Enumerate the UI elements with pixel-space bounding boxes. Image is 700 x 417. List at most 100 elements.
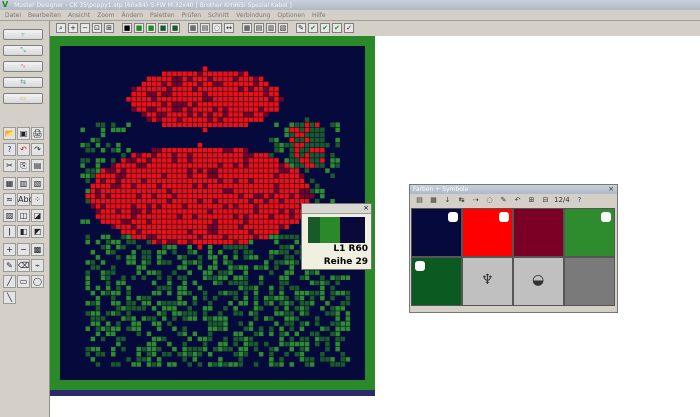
color-1-icon[interactable]: ■ bbox=[122, 23, 132, 33]
menu-aendern[interactable]: Ändern bbox=[121, 12, 143, 19]
tool-button-27[interactable]: ⌁ bbox=[31, 259, 44, 272]
tool-button-5[interactable]: ↶ bbox=[17, 143, 30, 156]
tool-button-29[interactable]: ▭ bbox=[17, 275, 30, 288]
knit-tool-1-button[interactable]: ⫟ bbox=[3, 29, 43, 40]
swatch-navy bbox=[340, 217, 365, 243]
tool-button-31[interactable]: ╲ bbox=[3, 291, 16, 304]
selection-marker-icon bbox=[601, 212, 611, 222]
zoom-fit-icon[interactable]: ⊡ bbox=[92, 23, 102, 33]
tool-button-3[interactable]: 🖨 bbox=[31, 127, 44, 140]
left-tool-panel: ⫟ ⤡ ∿ ⇆ ▭ 📂 ▣ 🖨? ↶ ↷ ✂ ⎘ ▤ ▦ ▥ ▧ ≈ Abc ⁘ ▨ ◫ ◪ ǀ ◧ ◩ + − ▩ ✎ ⌫ ⌁ ╱ ▭ ◯ ╲ bbox=[0, 21, 50, 417]
menu-verbindung[interactable]: Verbindung bbox=[236, 12, 270, 19]
tool-button-12[interactable]: ▧ bbox=[31, 177, 44, 190]
tool-button-21[interactable]: ◩ bbox=[31, 225, 44, 238]
palette-color-1[interactable] bbox=[411, 208, 462, 257]
menu-schnitt[interactable]: Schnitt bbox=[208, 12, 229, 19]
knit-tool-3-button[interactable]: ∿ bbox=[3, 61, 43, 72]
tool-button-19[interactable]: ǀ bbox=[3, 225, 16, 238]
palette-tool-6-icon[interactable]: ◌ bbox=[484, 195, 495, 206]
edit-icon[interactable]: ✎ bbox=[296, 23, 306, 33]
tool-button-8[interactable]: ⎘ bbox=[17, 159, 30, 172]
menu-datei[interactable]: Datei bbox=[5, 12, 21, 19]
tool-button-6[interactable]: ↷ bbox=[31, 143, 44, 156]
tool-button-22[interactable]: + bbox=[3, 243, 16, 256]
menu-pruefen[interactable]: Prüfen bbox=[182, 12, 201, 19]
lasso-icon[interactable]: ◌ bbox=[212, 23, 222, 33]
palette-tool-7-icon[interactable]: ✎ bbox=[498, 195, 509, 206]
tool-button-24[interactable]: ▩ bbox=[31, 243, 44, 256]
tool-button-10[interactable]: ▦ bbox=[3, 177, 16, 190]
measure-icon[interactable]: ↔ bbox=[224, 23, 234, 33]
tool-button-15[interactable]: ⁘ bbox=[31, 193, 44, 206]
check-icon[interactable]: ✓ bbox=[344, 23, 354, 33]
tool-button-9[interactable]: ▤ bbox=[31, 159, 44, 172]
symbols-icon[interactable]: ▥ bbox=[266, 23, 276, 33]
color-3-icon[interactable]: ■ bbox=[146, 23, 156, 33]
palette-color-2[interactable] bbox=[462, 208, 513, 257]
palette-color-4[interactable] bbox=[564, 208, 615, 257]
palette-tool-4-icon[interactable]: ↹ bbox=[456, 195, 467, 206]
menu-paletten[interactable]: Paletten bbox=[150, 12, 175, 19]
tool-button-18[interactable]: ◪ bbox=[31, 209, 44, 222]
color-4-icon[interactable]: ■ bbox=[158, 23, 168, 33]
zoom-out-icon[interactable]: − bbox=[80, 23, 90, 33]
tool-button-20[interactable]: ◧ bbox=[17, 225, 30, 238]
color-2-icon[interactable]: ■ bbox=[134, 23, 144, 33]
tool-button-28[interactable]: ╱ bbox=[3, 275, 16, 288]
main-toolbar: ⌕ + − ⊡ ⊞ ■ ■ ■ ■ ■ ▦ ▤ ◌ ↔ ▦ ▤ ▥ ▧ ✎ ✔ ✔ ✔ ✓ bbox=[50, 21, 700, 36]
knit-tool-4-button[interactable]: ⇆ bbox=[3, 77, 43, 88]
check-green-3-icon[interactable]: ✔ bbox=[332, 23, 342, 33]
palette-tool-2-icon[interactable]: ▦ bbox=[428, 195, 439, 206]
tool-button-25[interactable]: ✎ bbox=[3, 259, 16, 272]
swatch-icon[interactable]: ▤ bbox=[200, 23, 210, 33]
zoom-area-icon[interactable]: ⊞ bbox=[104, 23, 114, 33]
zoom-in-icon[interactable]: + bbox=[68, 23, 78, 33]
tool-button-17[interactable]: ◫ bbox=[17, 209, 30, 222]
rows-icon[interactable]: ▧ bbox=[278, 23, 288, 33]
palette-color-5[interactable] bbox=[411, 257, 462, 306]
menu-ansicht[interactable]: Ansicht bbox=[68, 12, 90, 19]
popup-header[interactable]: × bbox=[302, 204, 371, 214]
palette-color-8[interactable] bbox=[564, 257, 615, 306]
menu-hilfe[interactable]: Hilfe bbox=[312, 12, 326, 19]
tool-button-23[interactable]: − bbox=[17, 243, 30, 256]
tool-button-26[interactable]: ⌫ bbox=[17, 259, 30, 272]
tool-button-30[interactable]: ◯ bbox=[31, 275, 44, 288]
palette-tool-12-icon[interactable]: ? bbox=[574, 195, 585, 206]
knit-tool-2-button[interactable]: ⤡ bbox=[3, 45, 43, 56]
palette-tool-3-icon[interactable]: ↓ bbox=[442, 195, 453, 206]
close-icon[interactable]: × bbox=[608, 185, 614, 193]
tool-button-16[interactable]: ▨ bbox=[3, 209, 16, 222]
tool-button-7[interactable]: ✂ bbox=[3, 159, 16, 172]
canvas-scrollbar[interactable] bbox=[50, 390, 375, 396]
palette-title-bar[interactable]: Farben + Symbole × bbox=[410, 185, 617, 194]
color-5-icon[interactable]: ■ bbox=[170, 23, 180, 33]
palette-tool-11-icon[interactable]: 12/4 bbox=[554, 195, 570, 206]
palette-tool-9-icon[interactable]: ⊞ bbox=[526, 195, 537, 206]
tool-button-11[interactable]: ▥ bbox=[17, 177, 30, 190]
menu-zoom[interactable]: Zoom bbox=[97, 12, 114, 19]
palette-color-6[interactable]: ♆ bbox=[462, 257, 513, 306]
magnify-icon[interactable]: ⌕ bbox=[56, 23, 66, 33]
table-icon[interactable]: ▦ bbox=[242, 23, 252, 33]
menu-bearbeiten[interactable]: Bearbeiten bbox=[28, 12, 61, 19]
palette-tool-8-icon[interactable]: ↶ bbox=[512, 195, 523, 206]
palette-tool-1-icon[interactable]: ▤ bbox=[414, 195, 425, 206]
tool-button-4[interactable]: ? bbox=[3, 143, 16, 156]
close-icon[interactable]: × bbox=[363, 204, 369, 212]
grid-icon[interactable]: ▦ bbox=[188, 23, 198, 33]
check-green-2-icon[interactable]: ✔ bbox=[320, 23, 330, 33]
grid2-icon[interactable]: ▤ bbox=[254, 23, 264, 33]
check-green-icon[interactable]: ✔ bbox=[308, 23, 318, 33]
palette-tool-5-icon[interactable]: ⇢ bbox=[470, 195, 481, 206]
tool-button-13[interactable]: ≈ bbox=[3, 193, 16, 206]
palette-tool-10-icon[interactable]: ⊟ bbox=[540, 195, 551, 206]
palette-color-3[interactable] bbox=[513, 208, 564, 257]
knit-tool-5-button[interactable]: ▭ bbox=[3, 93, 43, 104]
tool-button-14[interactable]: Abc bbox=[17, 193, 33, 206]
tool-button-1[interactable]: 📂 bbox=[3, 127, 16, 140]
palette-color-7[interactable]: ◒ bbox=[513, 257, 564, 306]
leaf-symbol-icon: ♆ bbox=[481, 272, 494, 288]
tool-button-2[interactable]: ▣ bbox=[17, 127, 30, 140]
menu-optionen[interactable]: Optionen bbox=[277, 12, 305, 19]
